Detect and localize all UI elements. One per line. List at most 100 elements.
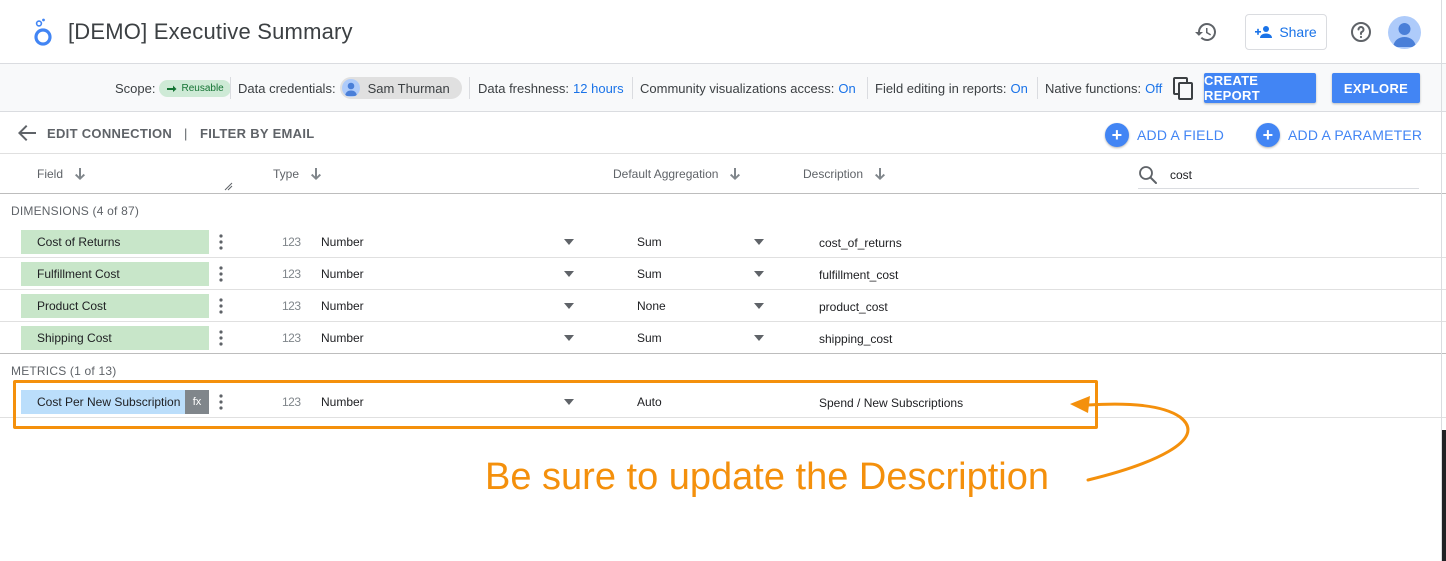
column-aggregation-label: Default Aggregation (613, 167, 719, 181)
type-select[interactable]: Number (321, 235, 364, 249)
history-icon[interactable] (1194, 20, 1218, 44)
dimensions-section-label: DIMENSIONS (4 of 87) (11, 204, 140, 218)
column-header-aggregation[interactable]: Default Aggregation (613, 167, 741, 181)
row-divider (0, 417, 1446, 418)
calculated-field-fx-icon[interactable]: fx (185, 390, 209, 414)
table-row: Product Cost 123 Number None product_cos… (0, 290, 1446, 322)
arrow-forward-icon (167, 85, 177, 92)
column-header-description[interactable]: Description (803, 167, 886, 181)
toolbar-divider (867, 77, 868, 99)
table-row: Cost Per New Subscription fx 123 Number … (0, 386, 1446, 418)
person-add-icon (1255, 26, 1273, 38)
community-viz-label: Community visualizations access: (640, 80, 835, 96)
table-row: Shipping Cost 123 Number Sum shipping_co… (0, 322, 1446, 354)
more-vert-icon[interactable] (217, 394, 225, 410)
metrics-section-label: METRICS (1 of 13) (11, 364, 117, 378)
description-field[interactable]: product_cost (819, 300, 888, 314)
dimension-field-chip[interactable]: Cost of Returns (21, 230, 209, 254)
type-select[interactable]: Number (321, 395, 364, 409)
type-select[interactable]: Number (321, 267, 364, 281)
column-description-label: Description (803, 167, 864, 181)
more-vert-icon[interactable] (217, 298, 225, 314)
sort-arrow-icon (75, 168, 86, 180)
freshness-link[interactable]: 12 hours (573, 81, 624, 96)
table-row: Fulfillment Cost 123 Number Sum fulfillm… (0, 258, 1446, 290)
scope-chip[interactable]: Reusable (159, 79, 231, 97)
share-button[interactable]: Share (1245, 14, 1327, 50)
native-functions-label: Native functions: (1045, 80, 1142, 96)
annotation-callout-text: Be sure to update the Description (485, 456, 1050, 498)
column-header-row: Field Type Default Aggregation Descripti… (0, 154, 1446, 194)
field-search-input[interactable] (1170, 165, 1410, 185)
action-bar: EDIT CONNECTION | FILTER BY EMAIL + ADD … (0, 112, 1446, 154)
credentials-setting: Data credentials: Sam Thurman (238, 64, 462, 112)
aggregation-select[interactable]: Sum (637, 235, 662, 249)
edit-connection-button[interactable]: EDIT CONNECTION (47, 126, 172, 141)
add-parameter-label: ADD A PARAMETER (1288, 127, 1423, 143)
native-functions-link[interactable]: Off (1145, 81, 1162, 96)
help-icon[interactable] (1349, 20, 1373, 44)
aggregation-select[interactable]: Auto (637, 395, 662, 409)
column-header-field[interactable]: Field (37, 167, 86, 181)
scope-setting: Scope: Reusable (115, 64, 231, 112)
column-header-type[interactable]: Type (273, 167, 322, 181)
community-viz-setting: Community visualizations access: On (640, 64, 856, 112)
description-field[interactable]: cost_of_returns (819, 236, 902, 250)
aggregation-select[interactable]: Sum (637, 331, 662, 345)
freshness-label: Data freshness: (478, 80, 570, 96)
more-vert-icon[interactable] (217, 330, 225, 346)
explore-button[interactable]: EXPLORE (1332, 73, 1420, 103)
add-icon: + (1256, 123, 1280, 147)
dropdown-arrow-icon[interactable] (754, 271, 764, 277)
more-vert-icon[interactable] (217, 234, 225, 250)
account-avatar-icon[interactable] (1388, 16, 1421, 49)
dimension-field-chip[interactable]: Product Cost (21, 294, 209, 318)
credentials-chip[interactable]: Sam Thurman (339, 77, 462, 99)
aggregation-select[interactable]: None (637, 299, 666, 313)
dimension-field-chip[interactable]: Shipping Cost (21, 326, 209, 350)
window-edge-shadow (1442, 430, 1446, 561)
filter-by-email-button[interactable]: FILTER BY EMAIL (200, 126, 315, 141)
resize-grip-icon[interactable] (224, 182, 233, 191)
add-parameter-button[interactable]: + ADD A PARAMETER (1256, 123, 1422, 147)
dropdown-arrow-icon[interactable] (754, 303, 764, 309)
table-row: Cost of Returns 123 Number Sum cost_of_r… (0, 226, 1446, 258)
metric-field-chip[interactable]: Cost Per New Subscription (21, 390, 185, 414)
aggregation-select[interactable]: Sum (637, 267, 662, 281)
description-field[interactable]: Spend / New Subscriptions (819, 396, 963, 410)
add-field-button[interactable]: + ADD A FIELD (1105, 123, 1224, 147)
add-field-label: ADD A FIELD (1137, 127, 1225, 143)
dropdown-arrow-icon[interactable] (564, 399, 574, 405)
dropdown-arrow-icon[interactable] (564, 239, 574, 245)
number-type-icon: 123 (282, 395, 301, 409)
field-editing-link[interactable]: On (1011, 81, 1028, 96)
copy-icon[interactable] (1173, 77, 1195, 101)
dropdown-arrow-icon[interactable] (564, 303, 574, 309)
description-field[interactable]: fulfillment_cost (819, 268, 898, 282)
field-editing-setting: Field editing in reports: On (875, 64, 1028, 112)
number-type-icon: 123 (282, 331, 301, 345)
credentials-value: Sam Thurman (367, 80, 450, 96)
dropdown-arrow-icon[interactable] (564, 335, 574, 341)
dropdown-arrow-icon[interactable] (754, 335, 764, 341)
number-type-icon: 123 (282, 235, 301, 249)
type-select[interactable]: Number (321, 299, 364, 313)
looker-studio-logo-icon[interactable] (30, 17, 56, 47)
description-field[interactable]: shipping_cost (819, 332, 892, 346)
create-report-button[interactable]: CREATE REPORT (1204, 73, 1316, 103)
native-functions-setting: Native functions: Off (1045, 64, 1162, 112)
dropdown-arrow-icon[interactable] (564, 271, 574, 277)
type-select[interactable]: Number (321, 331, 364, 345)
action-separator: | (184, 126, 188, 141)
number-type-icon: 123 (282, 267, 301, 281)
toolbar-divider (230, 77, 231, 99)
more-vert-icon[interactable] (217, 266, 225, 282)
dimension-field-chip[interactable]: Fulfillment Cost (21, 262, 209, 286)
dropdown-arrow-icon[interactable] (754, 239, 764, 245)
sort-arrow-icon (311, 168, 322, 180)
data-source-toolbar: Scope: Reusable Data credentials: Sam Th… (0, 64, 1446, 112)
back-arrow-icon[interactable] (17, 125, 37, 141)
report-title: [DEMO] Executive Summary (68, 19, 353, 44)
sort-arrow-icon (875, 168, 886, 180)
community-viz-link[interactable]: On (838, 81, 855, 96)
